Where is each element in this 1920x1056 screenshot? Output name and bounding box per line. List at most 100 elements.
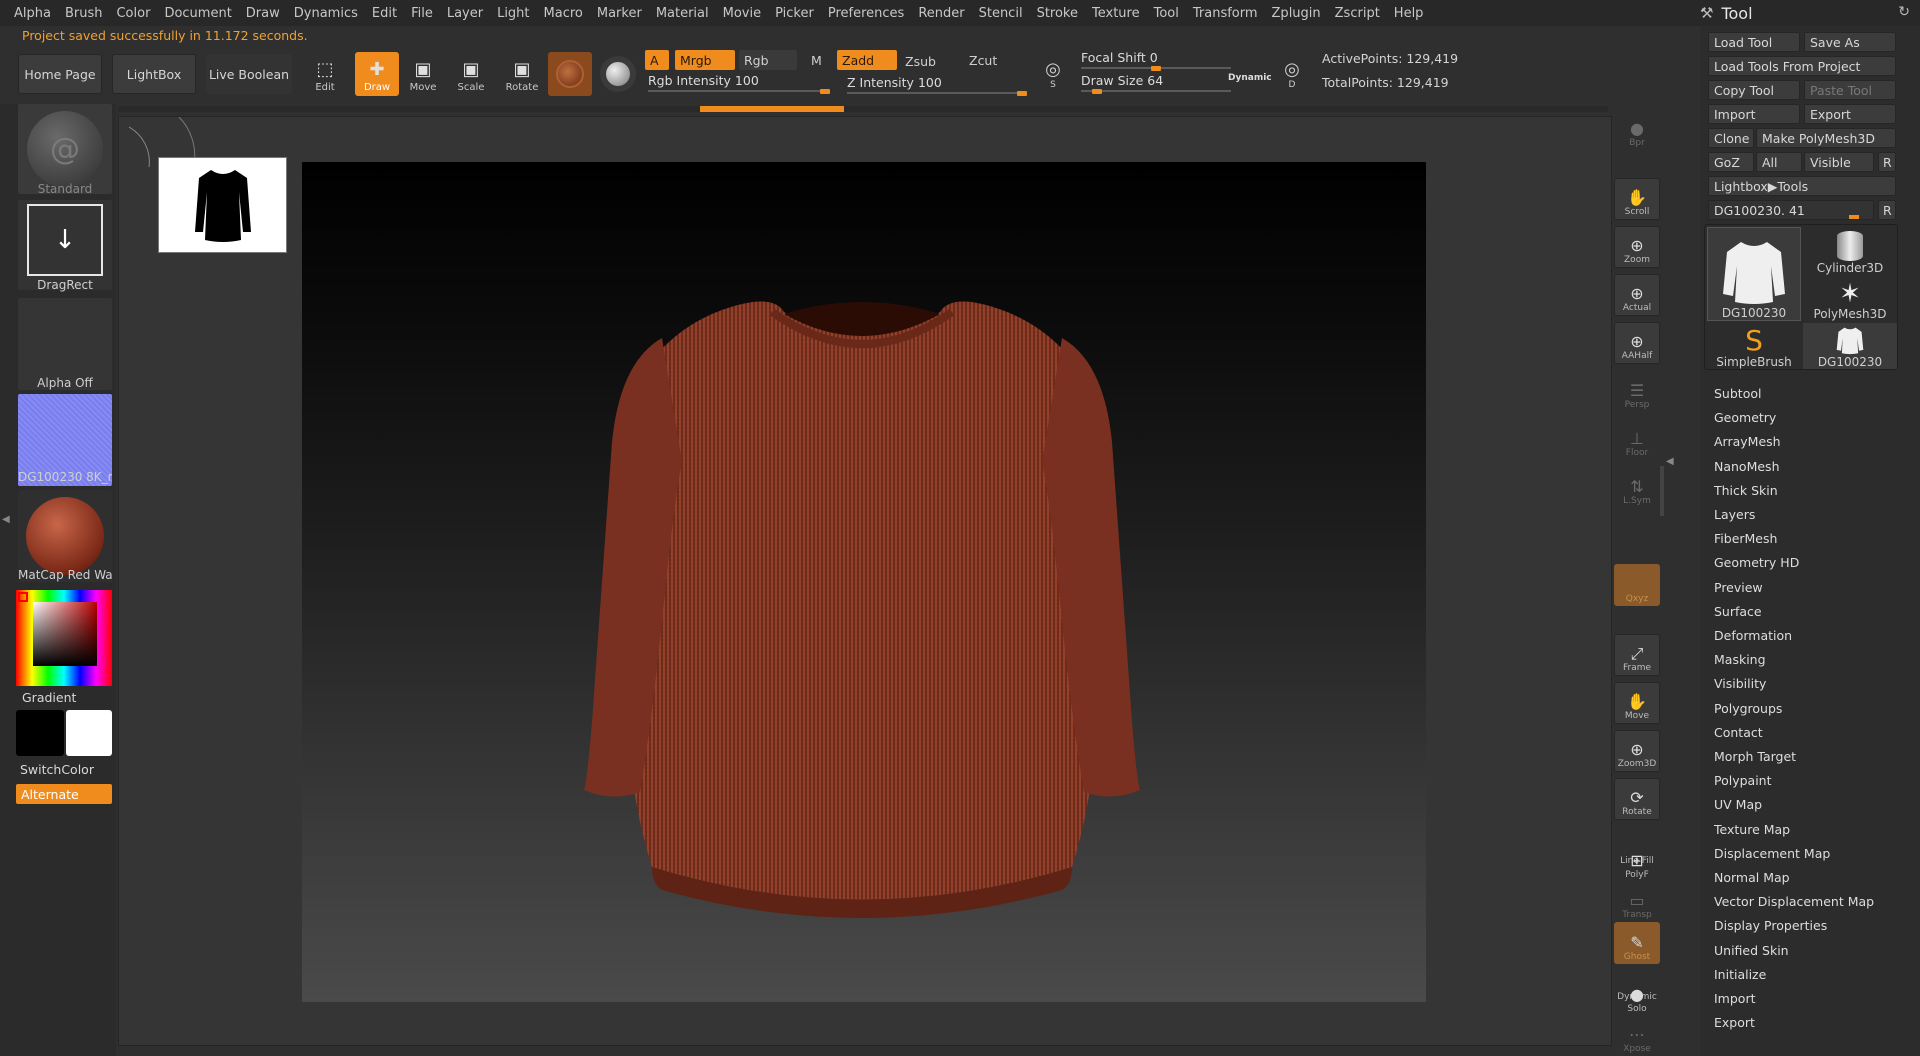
3d-viewport[interactable] [302, 162, 1426, 1002]
menu-help[interactable]: Help [1394, 6, 1424, 21]
shelf-ghost-button[interactable]: ✎ Ghost [1614, 922, 1660, 964]
menu-alpha[interactable]: Alpha [14, 6, 51, 21]
subpalette-preview[interactable]: Preview [1714, 580, 1763, 595]
z-intensity-knob[interactable] [1017, 91, 1027, 96]
menu-layer[interactable]: Layer [447, 6, 483, 21]
alternate-button[interactable]: Alternate [16, 784, 112, 804]
shelf-l-sym-button[interactable]: ⇅ L.Sym [1614, 466, 1660, 508]
draw-mode-button[interactable]: ✚ Draw [355, 52, 399, 96]
load-tool-button[interactable]: Load Tool [1708, 32, 1800, 52]
a-channel-button[interactable]: A [645, 50, 669, 70]
zcut-button[interactable]: Zcut [964, 50, 1024, 70]
subpalette-contact[interactable]: Contact [1714, 725, 1763, 740]
current-tool-slider[interactable]: DG100230. 41 [1708, 200, 1874, 220]
lightbox-button[interactable]: LightBox [112, 54, 196, 94]
tool-cylinder3d[interactable]: Cylinder3D [1803, 227, 1897, 275]
menu-document[interactable]: Document [164, 6, 231, 21]
subpalette-displacement-map[interactable]: Displacement Map [1714, 846, 1830, 861]
menu-draw[interactable]: Draw [246, 6, 280, 21]
import-button[interactable]: Import [1708, 104, 1800, 124]
tool-simplebrush[interactable]: S SimpleBrush [1707, 323, 1801, 370]
lazy-d-button[interactable]: ◎ D [1275, 54, 1309, 94]
zadd-button[interactable]: Zadd [837, 50, 897, 70]
menu-texture[interactable]: Texture [1092, 6, 1140, 21]
clone-button[interactable]: Clone [1708, 128, 1754, 148]
color-picker[interactable] [16, 590, 112, 686]
switch-color-button[interactable]: SwitchColor [20, 762, 94, 777]
shelf-transp-button[interactable]: ▭ Transp [1614, 880, 1660, 922]
m-button[interactable]: M [806, 50, 836, 70]
paste-tool-button[interactable]: Paste Tool [1804, 80, 1896, 100]
shelf-zoom3d-button[interactable]: ⊕ Zoom3D [1614, 730, 1660, 772]
menu-zscript[interactable]: Zscript [1335, 6, 1380, 21]
subpalette-import[interactable]: Import [1714, 991, 1756, 1006]
tool-dg100230-secondary[interactable]: DG100230 [1803, 323, 1897, 369]
right-tray-toggle[interactable]: ◀ [1666, 456, 1674, 467]
shelf-actual-button[interactable]: ⊕ Actual [1614, 274, 1660, 316]
tool-dg100230[interactable]: DG100230 [1707, 227, 1801, 321]
shelf-qxyz-button[interactable]: Qxyz [1614, 564, 1660, 606]
subpalette-masking[interactable]: Masking [1714, 652, 1766, 667]
edit-mode-button[interactable]: ⬚ Edit [303, 52, 347, 96]
make-polymesh3d-button[interactable]: Make PolyMesh3D [1756, 128, 1896, 148]
shelf-persp-button[interactable]: ☰ Persp [1614, 370, 1660, 412]
menu-tool[interactable]: Tool [1154, 6, 1179, 21]
rgb-intensity-slider[interactable]: Rgb Intensity 100 [648, 73, 759, 88]
subpalette-uv-map[interactable]: UV Map [1714, 797, 1762, 812]
subpalette-texture-map[interactable]: Texture Map [1714, 822, 1790, 837]
secondary-color-swatch[interactable] [66, 710, 112, 756]
shelf-scroll-button[interactable]: ✋ Scroll [1614, 178, 1660, 220]
zsub-button[interactable]: Zsub [900, 51, 958, 71]
goz-r-button[interactable]: R [1878, 152, 1896, 172]
menu-dynamics[interactable]: Dynamics [294, 6, 358, 21]
subpalette-display-properties[interactable]: Display Properties [1714, 918, 1827, 933]
shelf-solo-button[interactable]: ● Solo [1614, 974, 1660, 1016]
subpalette-polypaint[interactable]: Polypaint [1714, 773, 1772, 788]
subpalette-thick-skin[interactable]: Thick Skin [1714, 483, 1778, 498]
draw-size-slider[interactable]: Draw Size 64 [1081, 73, 1163, 88]
dynamic-toggle[interactable]: Dynamic [1228, 73, 1272, 83]
copy-tool-button[interactable]: Copy Tool [1708, 80, 1800, 100]
load-tools-from-project-button[interactable]: Load Tools From Project [1708, 56, 1896, 76]
z-intensity-slider[interactable]: Z Intensity 100 [847, 75, 942, 90]
menu-edit[interactable]: Edit [372, 6, 397, 21]
brush-texture-button[interactable] [600, 56, 636, 92]
subpalette-normal-map[interactable]: Normal Map [1714, 870, 1790, 885]
mrgb-button[interactable]: Mrgb [675, 50, 735, 70]
live-boolean-button[interactable]: Live Boolean [206, 54, 292, 94]
home-page-button[interactable]: Home Page [18, 54, 102, 94]
shelf-aahalf-button[interactable]: ⊕ AAHalf [1614, 322, 1660, 364]
focal-shift-slider[interactable]: Focal Shift 0 [1081, 50, 1158, 65]
menu-marker[interactable]: Marker [597, 6, 642, 21]
menu-color[interactable]: Color [116, 6, 150, 21]
spotlight-s-button[interactable]: ◎ S [1036, 54, 1070, 94]
move-mode-button[interactable]: ▣ Move [401, 52, 445, 96]
lightbox-tools-button[interactable]: Lightbox▶Tools [1708, 176, 1896, 196]
main-color-swatch[interactable] [16, 710, 64, 756]
subpalette-morph-target[interactable]: Morph Target [1714, 749, 1796, 764]
menu-render[interactable]: Render [918, 6, 964, 21]
stroke-thumbnail[interactable]: ↓ [18, 200, 112, 290]
left-tray-toggle[interactable]: ◀ [2, 514, 10, 525]
subpalette-visibility[interactable]: Visibility [1714, 676, 1766, 691]
subpalette-vector-displacement-map[interactable]: Vector Displacement Map [1714, 894, 1874, 909]
subpalette-nanomesh[interactable]: NanoMesh [1714, 459, 1780, 474]
color-picker-square[interactable] [33, 602, 97, 666]
menu-brush[interactable]: Brush [65, 6, 103, 21]
subpalette-unified-skin[interactable]: Unified Skin [1714, 943, 1789, 958]
menu-preferences[interactable]: Preferences [828, 6, 904, 21]
shelf-bpr-button[interactable]: ● Bpr [1614, 108, 1660, 150]
menu-macro[interactable]: Macro [544, 6, 583, 21]
menu-material[interactable]: Material [656, 6, 709, 21]
subpalette-fibermesh[interactable]: FiberMesh [1714, 531, 1777, 546]
shelf-xpose-button[interactable]: ⋯ Xpose [1614, 1014, 1660, 1056]
shelf-floor-button[interactable]: ⊥ Floor [1614, 418, 1660, 460]
menu-light[interactable]: Light [497, 6, 529, 21]
draw-size-knob[interactable] [1092, 89, 1103, 94]
current-tool-r-button[interactable]: R [1878, 200, 1896, 220]
goz-visible-button[interactable]: Visible [1804, 152, 1874, 172]
shelf-polyf-button[interactable]: ⊞ PolyF [1614, 840, 1660, 882]
subpalette-polygroups[interactable]: Polygroups [1714, 701, 1782, 716]
focal-shift-knob[interactable] [1151, 66, 1161, 71]
subpalette-geometry-hd[interactable]: Geometry HD [1714, 555, 1799, 570]
